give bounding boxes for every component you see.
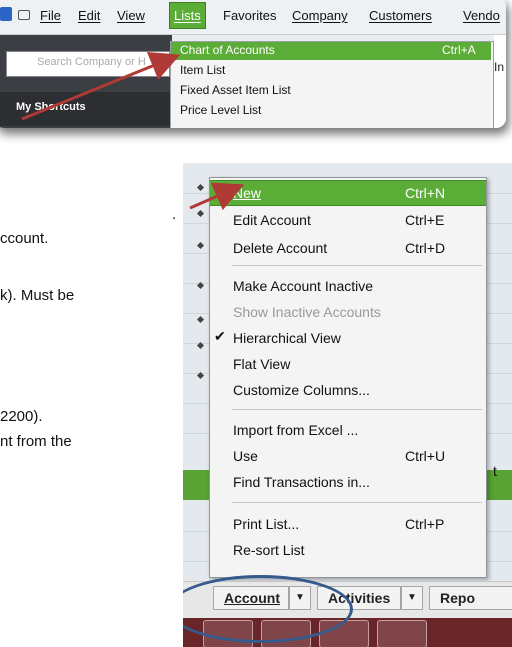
menu-item-shortcut: Ctrl+A bbox=[442, 43, 476, 57]
menu-vendors[interactable]: Vendo bbox=[463, 8, 500, 23]
menu-file[interactable]: File bbox=[40, 8, 61, 23]
menu-item-item-list[interactable]: Item List bbox=[171, 62, 491, 80]
menu-item-import-from-excel[interactable]: Import from Excel ... bbox=[210, 418, 486, 442]
menu-lists[interactable]: Lists bbox=[169, 2, 206, 29]
search-input[interactable]: Search Company or H bbox=[6, 51, 170, 77]
menu-item-label: Customize Columns... bbox=[233, 382, 370, 398]
content-fragment: In bbox=[494, 60, 505, 74]
menu-item-label: Show Inactive Accounts bbox=[233, 304, 381, 320]
window-menu-icon[interactable] bbox=[18, 10, 30, 20]
menu-item-show-inactive-accounts: Show Inactive Accounts bbox=[210, 300, 486, 324]
row-bullet-icon bbox=[196, 209, 205, 218]
menu-item-label: Price Level List bbox=[180, 103, 262, 117]
menu-item-label: Hierarchical View bbox=[233, 330, 341, 346]
menu-item-label: Delete Account bbox=[233, 240, 328, 256]
lists-dropdown-menu: Chart of Accounts Ctrl+A Item List Fixed… bbox=[170, 41, 494, 128]
menu-item-make-account-inactive[interactable]: Make Account Inactive bbox=[210, 274, 486, 298]
menu-item-label: New bbox=[233, 185, 262, 201]
row-fragment: t bbox=[493, 463, 497, 479]
account-screenshot: t New Ctrl+N Edit Account Ctrl+E Delete … bbox=[183, 163, 512, 647]
menu-separator bbox=[232, 409, 482, 410]
menu-item-use[interactable]: Use Ctrl+U bbox=[210, 444, 486, 468]
menu-item-label: Edit Account bbox=[233, 212, 311, 228]
account-dropdown-menu: New Ctrl+N Edit Account Ctrl+E Delete Ac… bbox=[209, 177, 487, 578]
menu-edit[interactable]: Edit bbox=[78, 8, 100, 23]
menu-item-fixed-asset-item-list[interactable]: Fixed Asset Item List bbox=[171, 82, 491, 100]
menu-item-label: Find Transactions in... bbox=[233, 474, 370, 490]
activities-dropdown-arrow-icon[interactable]: ▼ bbox=[401, 586, 423, 610]
menu-separator bbox=[232, 265, 482, 266]
menu-item-shortcut: Ctrl+D bbox=[405, 240, 446, 256]
menu-item-price-level-list[interactable]: Price Level List bbox=[171, 102, 491, 120]
checkmark-icon: ✔ bbox=[214, 328, 226, 344]
menu-item-label: Use bbox=[233, 448, 258, 464]
row-bullet-icon bbox=[196, 183, 205, 192]
menu-item-shortcut: Ctrl+E bbox=[405, 212, 445, 228]
reports-button-label: Repo bbox=[440, 590, 475, 606]
menu-separator bbox=[232, 502, 482, 503]
row-bullet-icon bbox=[196, 241, 205, 250]
menu-item-re-sort-list[interactable]: Re-sort List bbox=[210, 538, 486, 562]
menu-item-customize-columns[interactable]: Customize Columns... bbox=[210, 378, 486, 402]
menu-item-label: Re-sort List bbox=[233, 542, 305, 558]
menu-item-label: Make Account Inactive bbox=[233, 278, 374, 294]
doc-line-1: . bbox=[172, 206, 177, 223]
menu-item-label: Print List... bbox=[233, 516, 300, 532]
menu-item-chart-of-accounts[interactable]: Chart of Accounts Ctrl+A bbox=[171, 42, 491, 60]
menu-customers[interactable]: Customers bbox=[369, 8, 432, 23]
row-bullet-icon bbox=[196, 315, 205, 324]
menu-item-shortcut: Ctrl+N bbox=[405, 185, 446, 201]
menu-item-label: Import from Excel ... bbox=[233, 422, 359, 438]
taskbar-app-icon[interactable] bbox=[377, 620, 427, 647]
menu-item-find-transactions[interactable]: Find Transactions in... bbox=[210, 470, 486, 494]
menu-item-hierarchical-view[interactable]: ✔ Hierarchical View bbox=[210, 326, 486, 350]
menu-company[interactable]: Company bbox=[292, 8, 348, 23]
doc-line-3: k). Must be bbox=[0, 287, 75, 304]
reports-button[interactable]: Repo bbox=[429, 586, 512, 610]
doc-line-4: 2200). bbox=[0, 408, 43, 425]
menu-item-label: Flat View bbox=[233, 356, 291, 372]
menu-item-new[interactable]: New Ctrl+N bbox=[210, 180, 486, 206]
menu-view[interactable]: View bbox=[117, 8, 145, 23]
menu-item-print-list[interactable]: Print List... Ctrl+P bbox=[210, 512, 486, 536]
menu-item-flat-view[interactable]: Flat View bbox=[210, 352, 486, 376]
menu-item-delete-account[interactable]: Delete Account Ctrl+D bbox=[210, 236, 486, 260]
shortcuts-label: My Shortcuts bbox=[16, 101, 86, 113]
menu-item-edit-account[interactable]: Edit Account Ctrl+E bbox=[210, 208, 486, 232]
doc-line-5: nt from the bbox=[0, 433, 72, 450]
doc-line-2: ccount. bbox=[0, 230, 49, 247]
content-panel bbox=[494, 35, 506, 128]
app-icon bbox=[0, 7, 12, 21]
search-placeholder: Search Company or H bbox=[37, 56, 146, 68]
shortcuts-header[interactable]: My Shortcuts bbox=[0, 92, 172, 126]
menu-item-label: Chart of Accounts bbox=[180, 43, 275, 57]
menu-bar: File Edit View Lists Favorites Company C… bbox=[0, 0, 506, 35]
menu-item-shortcut: Ctrl+U bbox=[405, 448, 446, 464]
menu-item-label: Item List bbox=[180, 63, 226, 77]
menu-item-label: Fixed Asset Item List bbox=[180, 83, 291, 97]
menu-favorites[interactable]: Favorites bbox=[223, 8, 276, 23]
menu-item-shortcut: Ctrl+P bbox=[405, 516, 445, 532]
menu-screenshot: File Edit View Lists Favorites Company C… bbox=[0, 0, 506, 128]
